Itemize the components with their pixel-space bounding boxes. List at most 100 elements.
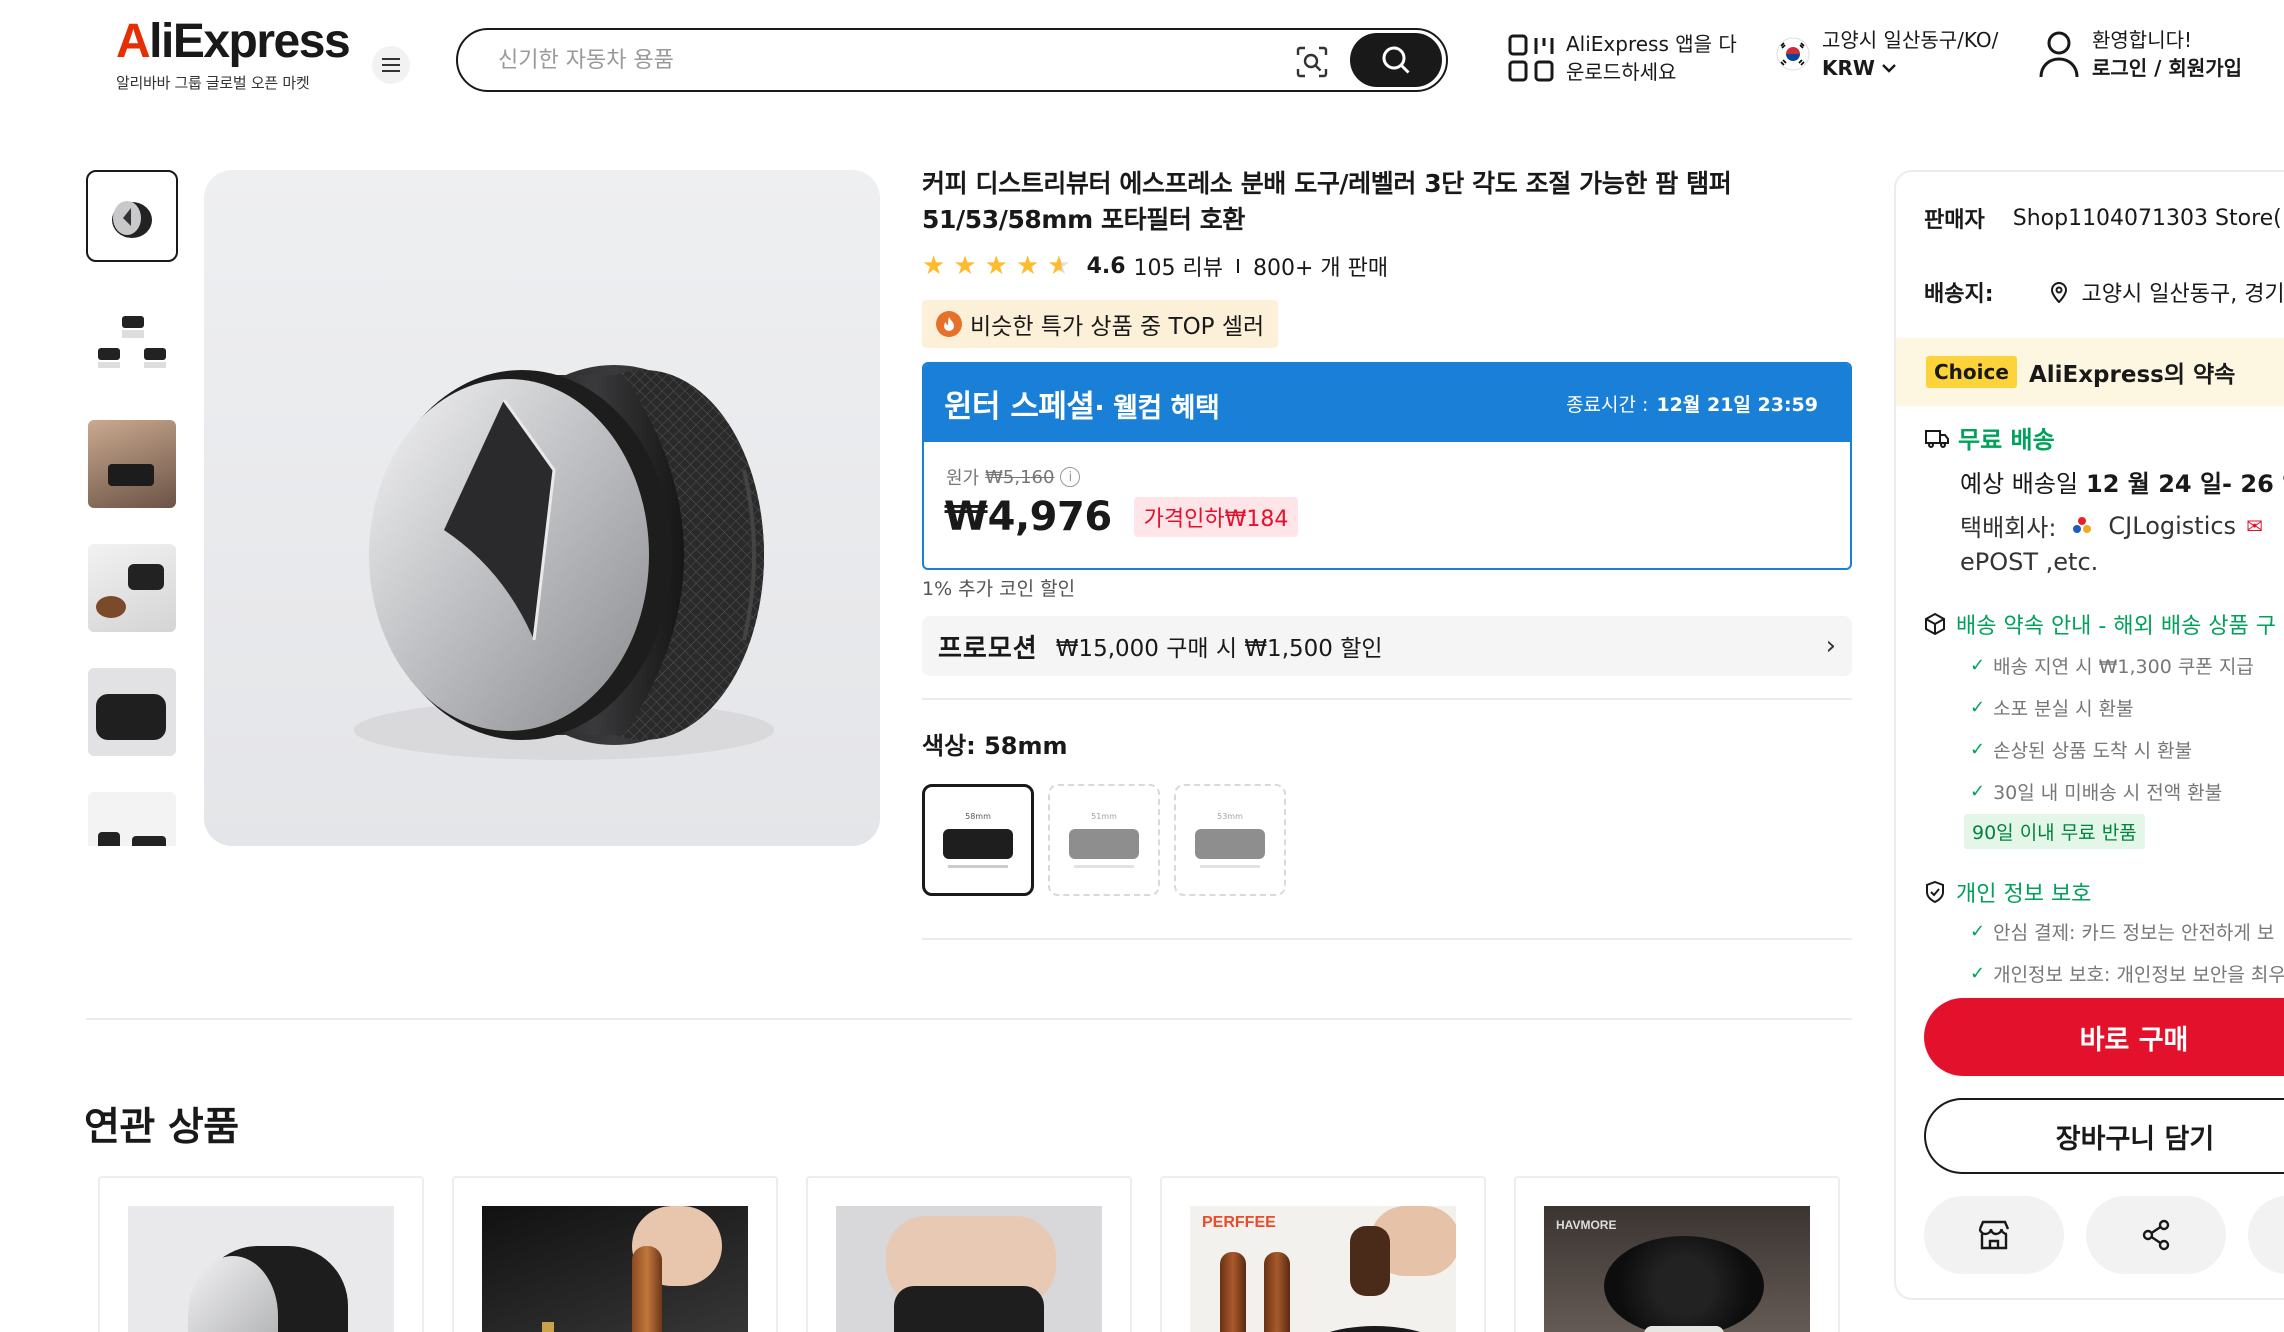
thumbnail-3[interactable] (86, 418, 178, 510)
promise-item: ✓ 소포 분실 시 환불 (1970, 696, 2134, 720)
share-icon (2142, 1219, 2170, 1251)
thumbnail-6[interactable] (86, 790, 178, 846)
privacy-row[interactable]: 개인 정보 보호 (1924, 876, 2091, 908)
delivery-promise-row[interactable]: 배송 약속 안내 - 해외 배송 상품 구 (1924, 608, 2276, 640)
divider (86, 1018, 1852, 1020)
app-line1: AliExpress 앱을 다 (1566, 32, 1737, 56)
user-icon (2039, 31, 2079, 78)
privacy-item: ✓ 안심 결제: 카드 정보는 안전하게 보 (1970, 920, 2275, 944)
main-product-image[interactable] (204, 170, 880, 846)
check-icon: ✓ (1970, 738, 1986, 760)
chevron-down-icon (1882, 64, 1896, 73)
buy-now-button[interactable]: 바로 구매 (1924, 998, 2284, 1076)
fire-icon (936, 311, 962, 337)
review-count[interactable]: 105 리뷰 (1134, 250, 1223, 282)
related-products-title: 연관 상품 (84, 1105, 239, 1150)
promise-item: ✓ 손상된 상품 도착 시 환불 (1970, 738, 2193, 762)
region-line1: 고양시 일산동구/KO/ (1822, 28, 1999, 52)
add-to-cart-button[interactable]: 장바구니 담기 (1924, 1098, 2284, 1174)
check-icon: ✓ (1970, 920, 1986, 942)
share-button[interactable] (2086, 1196, 2226, 1274)
thumbnail-1[interactable] (86, 170, 178, 262)
promo-title: 윈터 스페셜· 웰컴 혜택 (944, 388, 1220, 425)
current-price: ₩4,976 (944, 494, 1112, 540)
thumbnail-4[interactable] (86, 542, 178, 634)
check-icon: ✓ (1970, 654, 1986, 676)
delivery-promise-list: ✓ 배송 지연 시 ₩1,300 쿠폰 지급 ✓ 소포 분실 시 환불 ✓ 손상된 상… (1970, 644, 2254, 812)
thumbnail-2[interactable] (86, 294, 178, 386)
store-button[interactable] (1924, 1196, 2064, 1274)
choice-text: AliExpress의 약속 (2028, 362, 2236, 388)
promotion-row[interactable]: 프로모션 ₩15,000 구매 시 ₩1,500 할인 › (922, 616, 1852, 676)
delivery-promise-title[interactable]: 배송 약속 안내 - 해외 배송 상품 구 (1956, 608, 2276, 640)
app-download-link[interactable]: AliExpress 앱을 다 운로드하세요 (1508, 30, 1737, 86)
brand-label: PERFFEE (1202, 1214, 1276, 1231)
purchase-panel: 판매자 Shop1104071303 Store( 배송지: 고양시 일산동구,… (1894, 170, 2284, 1300)
related-product-image (836, 1206, 1102, 1332)
qr-code-icon (1508, 34, 1554, 82)
divider (922, 698, 1852, 700)
promo-header: 윈터 스페셜· 웰컴 혜택 종료시간 :12월 21일 23:59 (924, 364, 1850, 442)
related-product-card[interactable] (452, 1176, 778, 1332)
choice-promise-bar: Choice AliExpress의 약속 (1896, 338, 2284, 406)
aliexpress-logo[interactable]: AliExpress 알리바바 그룹 글로벌 오픈 마켓 (116, 15, 351, 93)
brand-label: HAVMORE (1556, 1218, 1617, 1232)
thumbnail-list (86, 170, 180, 846)
seller-row[interactable]: 판매자 Shop1104071303 Store( (1924, 202, 2282, 234)
courier-label: 택배회사: (1960, 514, 2057, 542)
login-signup-link[interactable]: 로그인 / 회원가입 (2092, 56, 2242, 80)
search-button[interactable] (1350, 33, 1442, 87)
logo-text: AliExpress (116, 15, 351, 68)
welcome-text: 환영합니다! (2092, 28, 2193, 52)
thumbnail-5[interactable] (86, 666, 178, 758)
region-selector[interactable]: 고양시 일산동구/KO/ KRW (1776, 26, 1998, 82)
free-shipping-label: 무료 배송 (1958, 426, 2055, 454)
promotion-tag: 프로모션 (938, 633, 1038, 664)
color-swatches: 58mm 51mm 53mm (922, 784, 1286, 896)
epost-logo-icon: ✉ (2246, 513, 2263, 538)
eta-date: 12 월 24 일- 26 일 (2086, 470, 2284, 498)
swatch-51mm[interactable]: 51mm (1048, 784, 1160, 896)
seller-name[interactable]: Shop1104071303 Store( (2013, 206, 2282, 231)
shield-icon (1926, 880, 1944, 904)
related-product-card[interactable] (98, 1176, 424, 1332)
related-product-image: PERFFEE (1190, 1206, 1456, 1332)
search-input[interactable] (498, 44, 1298, 76)
check-icon: ✓ (1970, 696, 1986, 718)
swatch-53mm[interactable]: 53mm (1174, 784, 1286, 896)
ship-to-row[interactable]: 배송지: 고양시 일산동구, 경기 (1924, 276, 2284, 308)
currency-label: KRW (1822, 56, 1875, 80)
eta-label: 예상 배송일 (1960, 470, 2079, 498)
price-promo-box: 윈터 스페셜· 웰컴 혜택 종료시간 :12월 21일 23:59 원가 ₩5,… (922, 362, 1852, 570)
image-search-icon[interactable] (1290, 40, 1334, 84)
promise-item: ✓ 30일 내 미배송 시 전액 환불 (1970, 780, 2223, 804)
top-badge-text: 비슷한 특가 상품 중 TOP 셀러 (970, 314, 1265, 340)
star-icon: ★ (984, 251, 1008, 281)
ship-to-label: 배송지: (1924, 282, 1994, 307)
top-seller-badge: 비슷한 특가 상품 중 TOP 셀러 (922, 300, 1279, 348)
original-price: ₩5,160 (985, 466, 1055, 488)
star-icon: ★ (1015, 251, 1040, 281)
courier-row: 택배회사: CJLogistics ✉ (1960, 508, 2263, 543)
menu-icon[interactable] (372, 46, 410, 84)
rating-row[interactable]: ★ ★ ★ ★ ★ 4.6 105 리뷰 800+ 개 판매 (922, 250, 1388, 282)
check-icon: ✓ (1970, 962, 1986, 984)
divider (1237, 259, 1240, 273)
free-return-badge: 90일 이내 무료 반품 (1964, 814, 2145, 849)
sold-count: 800+ 개 판매 (1253, 256, 1389, 281)
seller-label: 판매자 (1924, 208, 1985, 233)
ship-to-address[interactable]: 고양시 일산동구, 경기 (2082, 276, 2284, 308)
info-icon[interactable]: i (1060, 467, 1081, 487)
swatch-58mm[interactable]: 58mm (922, 784, 1034, 896)
account-menu[interactable]: 환영합니다! 로그인 / 회원가입 (2038, 26, 2242, 82)
search-icon (1382, 46, 1410, 74)
related-product-card[interactable] (806, 1176, 1132, 1332)
related-product-card[interactable]: HAVMORE (1514, 1176, 1840, 1332)
product-title: 커피 디스트리뷰터 에스프레소 분배 도구/레벨러 3단 각도 조절 가능한 팜… (922, 169, 1732, 234)
related-product-card[interactable]: PERFFEE (1160, 1176, 1486, 1332)
courier-row-2: ePOST ,etc. (1960, 548, 2098, 576)
wishlist-button[interactable] (2248, 1196, 2284, 1274)
search-bar (456, 28, 1448, 92)
courier-name: CJLogistics (2108, 511, 2237, 540)
privacy-title[interactable]: 개인 정보 보호 (1956, 876, 2091, 908)
